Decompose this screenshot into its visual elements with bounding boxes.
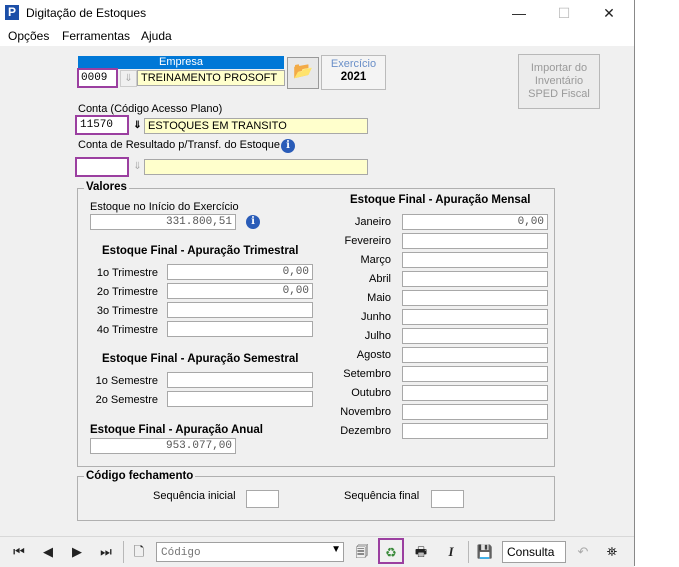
trimestre-2-field[interactable]: 0,00 <box>167 283 313 299</box>
search-combo[interactable]: ▼ <box>156 542 344 562</box>
month-label: Setembro <box>343 368 391 380</box>
fechamento-group <box>77 476 555 521</box>
trimestral-title: Estoque Final - Apuração Trimestral <box>102 245 299 257</box>
delete-bin-icon[interactable]: ♻ <box>378 538 404 564</box>
conta-resultado-label: Conta de Resultado p/Transf. do Estoque <box>78 139 280 151</box>
folder-open-icon[interactable]: 📂 <box>287 57 319 89</box>
semestre-2-label: 2o Semestre <box>95 394 158 406</box>
mensal-title: Estoque Final - Apuração Mensal <box>350 194 531 206</box>
month-label: Julho <box>364 330 391 342</box>
report-icon[interactable]: 🗐 <box>351 541 373 563</box>
month-value-field[interactable] <box>402 233 548 249</box>
inicio-value-field[interactable]: 331.800,51 <box>90 214 236 230</box>
month-value-field[interactable] <box>402 328 548 344</box>
semestre-1-field[interactable] <box>167 372 313 388</box>
month-value-field[interactable] <box>402 366 548 382</box>
month-label: Maio <box>367 292 391 304</box>
month-value-field[interactable] <box>402 290 548 306</box>
minimize-button[interactable]: — <box>504 3 534 23</box>
semestral-title: Estoque Final - Apuração Semestral <box>102 353 299 365</box>
exercicio-label: Exercício <box>330 58 377 70</box>
italic-icon[interactable]: I <box>440 541 462 563</box>
trimestre-1-field[interactable]: 0,00 <box>167 264 313 280</box>
conta-resultado-code-field[interactable] <box>75 157 129 177</box>
month-label: Março <box>360 254 391 266</box>
info-icon[interactable]: i <box>281 139 295 153</box>
mode-display: Consulta <box>502 541 566 563</box>
maximize-button[interactable]: ☐ <box>549 3 579 23</box>
search-input[interactable] <box>159 544 323 562</box>
inicio-label: Estoque no Início do Exercício <box>90 201 239 213</box>
undo-icon[interactable]: ↶ <box>572 541 594 563</box>
fechamento-title: Código fechamento <box>84 470 196 482</box>
chevron-down-icon[interactable]: ▼ <box>331 544 341 555</box>
anual-title: Estoque Final - Apuração Anual <box>90 424 263 436</box>
sequencia-inicial-label: Sequência inicial <box>153 490 236 502</box>
semestre-1-label: 1o Semestre <box>95 375 158 387</box>
trimestre-2-label: 2o Trimestre <box>96 286 158 298</box>
conta-resultado-name-field <box>144 159 368 175</box>
month-value-field[interactable] <box>402 385 548 401</box>
toolbar-separator <box>468 541 469 563</box>
save-icon[interactable]: 💾 <box>474 541 496 563</box>
conta-name-field: ESTOQUES EM TRANSITO <box>144 118 368 134</box>
trimestre-4-label: 4o Trimestre <box>96 324 158 336</box>
exercicio-box: Exercício 2021 <box>321 55 386 90</box>
month-label: Abril <box>368 273 391 285</box>
menu-ajuda[interactable]: Ajuda <box>141 29 172 43</box>
menu-bar: Opções Ferramentas Ajuda <box>0 27 634 46</box>
anual-value-field[interactable]: 953.077,00 <box>90 438 236 454</box>
sequencia-final-field[interactable] <box>431 490 464 508</box>
last-record-icon[interactable]: ⏭ <box>95 541 117 563</box>
inicio-info-icon[interactable]: i <box>246 215 260 229</box>
bottom-toolbar: ⏮ ◀ ▶ ⏭ 🗋 ▼ 🗐 ♻ 🖶 I 💾 Consulta ↶ ⛯ <box>0 536 634 567</box>
month-label: Fevereiro <box>344 235 391 247</box>
main-window: P Digitação de Estoques — ☐ ✕ Opções Fer… <box>0 0 635 567</box>
trimestre-1-label: 1o Trimestre <box>96 267 158 279</box>
menu-opcoes[interactable]: Opções <box>8 29 49 43</box>
conta-label: Conta (Código Acesso Plano) <box>78 103 223 115</box>
empresa-dropdown-icon[interactable]: ⇓ <box>120 70 137 87</box>
menu-ferramentas[interactable]: Ferramentas <box>62 29 130 43</box>
conta-dropdown-icon[interactable]: ⇓ <box>130 118 145 134</box>
month-value-field[interactable] <box>402 309 548 325</box>
app-icon: P <box>5 5 19 20</box>
import-sped-button[interactable]: Importar do Inventário SPED Fiscal <box>518 54 600 109</box>
toolbar-separator <box>123 541 124 563</box>
month-label: Agosto <box>356 349 391 361</box>
month-value-field[interactable] <box>402 271 548 287</box>
month-value-field[interactable] <box>402 252 548 268</box>
conta-resultado-dropdown-icon[interactable]: ⇓ <box>130 159 145 175</box>
month-label: Novembro <box>340 406 391 418</box>
month-label: Junho <box>361 311 391 323</box>
month-label: Janeiro <box>354 216 391 228</box>
month-value-field[interactable] <box>402 423 548 439</box>
previous-record-icon[interactable]: ◀ <box>37 541 59 563</box>
month-label: Outubro <box>351 387 391 399</box>
valores-title: Valores <box>84 181 129 193</box>
window-title: Digitação de Estoques <box>26 6 147 20</box>
close-button[interactable]: ✕ <box>594 3 624 23</box>
trimestre-3-field[interactable] <box>167 302 313 318</box>
sequencia-inicial-field[interactable] <box>246 490 279 508</box>
exercicio-value: 2021 <box>340 71 367 83</box>
sequencia-final-label: Sequência final <box>344 490 420 502</box>
trimestre-3-label: 3o Trimestre <box>96 305 158 317</box>
conta-code-field[interactable]: 11570 <box>75 115 129 135</box>
first-record-icon[interactable]: ⏮ <box>8 541 30 563</box>
month-label: Dezembro <box>340 425 391 437</box>
print-icon[interactable]: 🖶 <box>410 541 432 563</box>
empresa-code-field[interactable]: 0009 <box>77 68 118 88</box>
month-value-field[interactable] <box>402 404 548 420</box>
semestre-2-field[interactable] <box>167 391 313 407</box>
binoculars-icon[interactable]: ⛯ <box>601 541 623 563</box>
title-bar: P Digitação de Estoques — ☐ ✕ <box>0 0 634 27</box>
empresa-name-field: TREINAMENTO PROSOFT <box>137 70 285 86</box>
new-record-icon[interactable]: 🗋 <box>128 541 150 563</box>
next-record-icon[interactable]: ▶ <box>66 541 88 563</box>
trimestre-4-field[interactable] <box>167 321 313 337</box>
month-value-field[interactable] <box>402 347 548 363</box>
month-value-field[interactable]: 0,00 <box>402 214 548 230</box>
